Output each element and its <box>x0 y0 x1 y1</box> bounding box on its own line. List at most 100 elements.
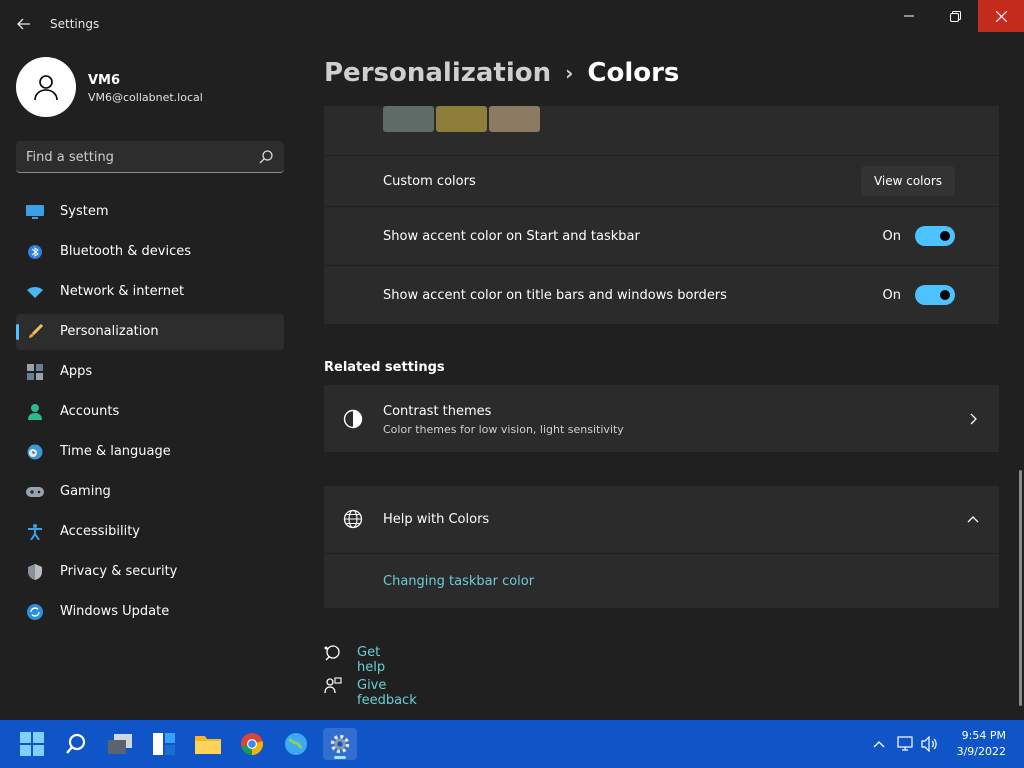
help-with-colors-content: Changing taskbar color <box>324 554 999 608</box>
sidebar-item-privacy[interactable]: Privacy & security <box>16 554 284 590</box>
taskbar-search-button[interactable] <box>59 728 93 760</box>
sidebar-item-accounts[interactable]: Accounts <box>16 394 284 430</box>
sidebar-item-accessibility[interactable]: Accessibility <box>16 514 284 550</box>
update-icon <box>26 604 44 620</box>
person-icon <box>26 404 44 420</box>
task-view-icon <box>108 734 132 754</box>
close-icon <box>995 10 1007 22</box>
back-button[interactable] <box>12 12 36 36</box>
contrast-icon <box>343 409 363 429</box>
restore-button[interactable] <box>932 0 978 32</box>
sidebar-item-label: System <box>60 204 109 219</box>
windows-logo-icon <box>20 732 44 756</box>
sidebar-item-label: Network & internet <box>60 284 185 299</box>
search-icon[interactable] <box>258 149 274 165</box>
clock-time: 9:54 PM <box>961 729 1006 742</box>
accent-title-row: Show accent color on title bars and wind… <box>324 266 999 324</box>
gear-icon <box>330 734 350 754</box>
search-icon <box>66 733 86 754</box>
breadcrumb-parent[interactable]: Personalization <box>324 58 551 88</box>
chevron-up-icon <box>967 516 979 523</box>
chevron-right-icon <box>970 413 977 425</box>
contrast-themes-row[interactable]: Contrast themes Color themes for low vis… <box>324 385 999 452</box>
contrast-themes-subtitle: Color themes for low vision, light sensi… <box>383 423 624 436</box>
gamepad-icon <box>26 484 44 500</box>
help-with-colors-title: Help with Colors <box>383 512 490 527</box>
accessibility-icon <box>26 524 44 540</box>
changing-taskbar-color-link[interactable]: Changing taskbar color <box>383 574 534 589</box>
sidebar-item-label: Apps <box>60 364 93 379</box>
sidebar-item-system[interactable]: System <box>16 194 284 230</box>
title-bar: Settings <box>0 0 1024 48</box>
help-chat-icon <box>324 645 340 661</box>
folder-icon <box>195 736 221 754</box>
view-colors-button[interactable]: View colors <box>861 166 955 196</box>
sidebar-item-label: Accounts <box>60 404 120 419</box>
sidebar-item-time-language[interactable]: Time & language <box>16 434 284 470</box>
chrome-button[interactable] <box>235 728 269 760</box>
file-explorer-button[interactable] <box>191 728 225 760</box>
widgets-button[interactable] <box>147 728 181 760</box>
accent-start-label: Show accent color on Start and taskbar <box>383 229 640 244</box>
related-settings-heading: Related settings <box>324 360 445 375</box>
restore-icon <box>949 10 961 22</box>
page-title: Colors <box>587 58 680 88</box>
feedback-icon <box>324 677 342 694</box>
toggle-knob <box>940 231 950 241</box>
sidebar-item-network[interactable]: Network & internet <box>16 274 284 310</box>
task-view-button[interactable] <box>103 728 137 760</box>
sidebar-item-label: Gaming <box>60 484 111 499</box>
close-button[interactable] <box>978 0 1024 32</box>
accent-title-toggle[interactable] <box>915 285 955 305</box>
sidebar-item-personalization[interactable]: Personalization <box>16 314 284 350</box>
chrome-icon <box>241 733 263 755</box>
help-with-colors-header[interactable]: Help with Colors <box>324 486 999 553</box>
show-hidden-icons-button[interactable] <box>869 734 889 754</box>
clock-globe-icon <box>26 444 44 460</box>
accent-start-toggle[interactable] <box>915 226 955 246</box>
contrast-themes-title: Contrast themes <box>383 404 492 419</box>
sidebar-item-label: Time & language <box>60 444 171 459</box>
settings-taskbar-button[interactable] <box>323 728 357 760</box>
shield-icon <box>26 564 44 580</box>
monitor-icon <box>26 204 44 220</box>
taskbar: 9:54 PM 3/9/2022 <box>0 720 1024 768</box>
sidebar-item-label: Personalization <box>60 324 159 339</box>
start-button[interactable] <box>15 728 49 760</box>
search-box[interactable] <box>16 141 284 173</box>
minimize-icon <box>904 15 914 17</box>
sidebar-item-bluetooth[interactable]: Bluetooth & devices <box>16 234 284 270</box>
color-swatch[interactable] <box>383 106 434 132</box>
person-icon <box>34 75 58 101</box>
user-profile: VM6 VM6@collabnet.local <box>16 57 296 117</box>
scrollbar[interactable] <box>1019 470 1022 706</box>
sidebar-item-gaming[interactable]: Gaming <box>16 474 284 510</box>
sidebar-item-windows-update[interactable]: Windows Update <box>16 594 284 630</box>
minimize-button[interactable] <box>886 0 932 32</box>
taskbar-clock[interactable]: 9:54 PM 3/9/2022 <box>957 728 1006 760</box>
chevron-up-icon <box>873 741 885 748</box>
globe-network-icon <box>285 733 307 755</box>
sidebar-item-apps[interactable]: Apps <box>16 354 284 390</box>
color-swatch[interactable] <box>436 106 487 132</box>
network-map-button[interactable] <box>279 728 313 760</box>
network-tray-button[interactable] <box>896 734 916 754</box>
breadcrumb-separator: › <box>565 61 574 85</box>
custom-colors-label: Custom colors <box>383 174 476 189</box>
sidebar-nav: System Bluetooth & devices Network & int… <box>16 194 284 634</box>
volume-tray-button[interactable] <box>920 734 940 754</box>
user-name: VM6 <box>88 73 121 88</box>
get-help-link[interactable]: Get help <box>357 645 385 675</box>
accent-start-state: On <box>882 229 901 244</box>
give-feedback-link[interactable]: Give feedback <box>357 678 417 708</box>
search-input[interactable] <box>26 147 246 167</box>
clock-date: 3/9/2022 <box>956 745 1006 758</box>
color-swatch[interactable] <box>489 106 540 132</box>
toggle-knob <box>940 290 950 300</box>
sidebar-item-label: Privacy & security <box>60 564 178 579</box>
breadcrumb: Personalization › Colors <box>324 58 679 88</box>
avatar[interactable] <box>16 57 76 117</box>
accent-title-label: Show accent color on title bars and wind… <box>383 288 727 303</box>
sidebar-item-label: Bluetooth & devices <box>60 244 191 259</box>
sidebar-item-label: Accessibility <box>60 524 140 539</box>
